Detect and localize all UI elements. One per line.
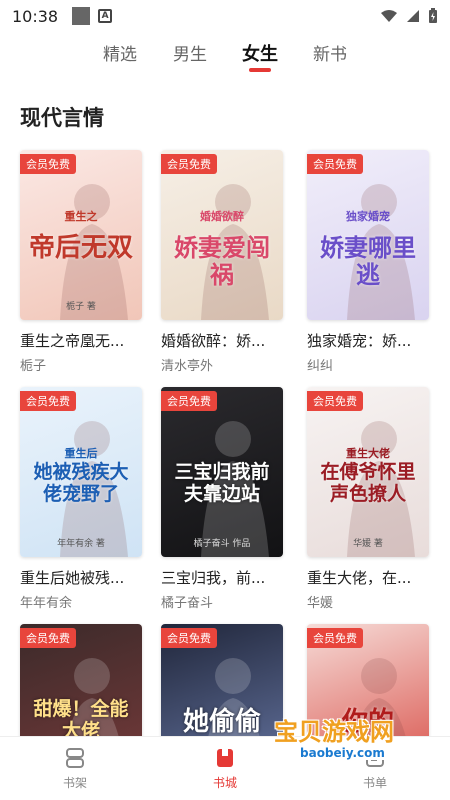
book-card[interactable]: 会员免费婚婚欲醉娇妻爱闯祸婚婚欲醉：娇... 清水亭外 bbox=[161, 150, 283, 374]
cover-subtitle: 重生大佬 bbox=[346, 447, 390, 460]
member-free-badge: 会员免费 bbox=[161, 391, 217, 411]
cover-subtitle: 婚婚欲醉 bbox=[200, 210, 244, 223]
cover-author: 年年有余 著 bbox=[57, 539, 105, 549]
book-author: 栀子 bbox=[20, 359, 47, 374]
book-author: 年年有余 bbox=[20, 596, 73, 611]
member-free-badge: 会员免费 bbox=[307, 391, 363, 411]
book-title[interactable]: 重生后她被残... bbox=[20, 567, 142, 588]
book-card[interactable]: 会员免费重生之帝后无双栀子 著重生之帝凰无... 栀子 bbox=[20, 150, 142, 374]
book-cover[interactable]: 会员免费婚婚欲醉娇妻爱闯祸 bbox=[161, 150, 283, 320]
signal-icon bbox=[407, 10, 419, 22]
watermark-url: baobeiy.com bbox=[296, 746, 389, 760]
cover-title: 娇妻哪里逃 bbox=[320, 233, 416, 289]
nav-bookshelf-label: 书架 bbox=[62, 776, 87, 790]
watermark-title: 宝贝游戏网 bbox=[274, 717, 394, 746]
cover-title: 娇妻爱闯祸 bbox=[174, 233, 270, 289]
book-card[interactable]: 会员免费重生大佬 在傅爷怀里声色撩人华媛 著重生大佬，在... 华媛 bbox=[307, 387, 429, 611]
book-author: 橘子奋斗 bbox=[161, 596, 214, 611]
book-title[interactable]: 三宝归我，前... bbox=[161, 567, 283, 588]
member-free-badge: 会员免费 bbox=[307, 628, 363, 648]
cover-author: 橘子奋斗 作品 bbox=[193, 539, 251, 549]
member-free-badge: 会员免费 bbox=[20, 628, 76, 648]
category-tabs: 精选 男生 女生 新书 bbox=[0, 34, 450, 74]
nav-bookstore-label: 书城 bbox=[212, 776, 237, 790]
member-free-badge: 会员免费 bbox=[307, 154, 363, 174]
book-author: 纠纠 bbox=[307, 359, 334, 374]
cover-subtitle: 重生后 bbox=[64, 447, 98, 460]
cover-title: 在傅爷怀里声色撩人 bbox=[320, 461, 416, 505]
member-free-badge: 会员免费 bbox=[161, 154, 217, 174]
book-cover[interactable]: 会员免费独家婚宠娇妻哪里逃 bbox=[307, 150, 429, 320]
book-card[interactable]: 会员免费三宝归我前夫靠边站橘子奋斗 作品三宝归我，前... 橘子奋斗 bbox=[161, 387, 283, 611]
book-author: 华媛 bbox=[307, 596, 334, 611]
book-title[interactable]: 重生之帝凰无... bbox=[20, 330, 142, 351]
book-title[interactable]: 独家婚宠：娇... bbox=[307, 330, 429, 351]
watermark: 宝贝游戏网 baobeiy.com bbox=[274, 702, 414, 782]
cover-subtitle: 独家婚宠 bbox=[346, 210, 390, 223]
book-card[interactable]: 会员免费独家婚宠娇妻哪里逃独家婚宠：娇... 纠纠 bbox=[307, 150, 429, 374]
cover-title: 她被残疾大佬宠野了 bbox=[33, 461, 129, 505]
book-cover[interactable]: 会员免费重生之帝后无双栀子 著 bbox=[20, 150, 142, 320]
book-card[interactable]: 会员免费重生后 她被残疾大佬宠野了年年有余 著重生后她被残... 年年有余 bbox=[20, 387, 142, 611]
cover-author: 栀子 著 bbox=[66, 302, 96, 312]
book-cover[interactable]: 会员免费重生大佬 在傅爷怀里声色撩人华媛 著 bbox=[307, 387, 429, 557]
member-free-badge: 会员免费 bbox=[20, 391, 76, 411]
section-title: 现代言情 bbox=[20, 106, 104, 130]
cover-title: 她偷偷 bbox=[182, 707, 261, 737]
bookstore-icon bbox=[217, 749, 233, 767]
member-free-badge: 会员免费 bbox=[20, 154, 76, 174]
book-title[interactable]: 重生大佬，在... bbox=[307, 567, 429, 588]
cover-title: 三宝归我前夫靠边站 bbox=[174, 461, 270, 505]
wifi-icon bbox=[381, 10, 397, 22]
battery-icon bbox=[429, 8, 437, 23]
tab-female[interactable]: 女生 bbox=[225, 34, 295, 74]
cover-author: 华媛 著 bbox=[353, 539, 383, 549]
book-cover[interactable]: 会员免费重生后 她被残疾大佬宠野了年年有余 著 bbox=[20, 387, 142, 557]
status-bar: 10:38 A bbox=[0, 0, 450, 32]
notification-square-icon bbox=[72, 7, 91, 25]
book-cover[interactable]: 会员免费三宝归我前夫靠边站橘子奋斗 作品 bbox=[161, 387, 283, 557]
member-free-badge: 会员免费 bbox=[161, 628, 217, 648]
book-author: 清水亭外 bbox=[161, 359, 214, 374]
notification-a-icon: A bbox=[98, 9, 113, 23]
cover-title: 帝后无双 bbox=[28, 233, 133, 263]
status-time: 10:38 bbox=[12, 6, 59, 26]
tab-featured[interactable]: 精选 bbox=[85, 34, 155, 74]
tab-new-books[interactable]: 新书 bbox=[295, 34, 365, 74]
cover-subtitle: 重生之 bbox=[64, 210, 98, 223]
status-right bbox=[380, 8, 438, 24]
bookshelf-icon bbox=[66, 748, 84, 768]
nav-bookshelf[interactable]: 书架 bbox=[0, 737, 150, 800]
book-title[interactable]: 婚婚欲醉：娇... bbox=[161, 330, 283, 351]
tab-male[interactable]: 男生 bbox=[155, 34, 225, 74]
